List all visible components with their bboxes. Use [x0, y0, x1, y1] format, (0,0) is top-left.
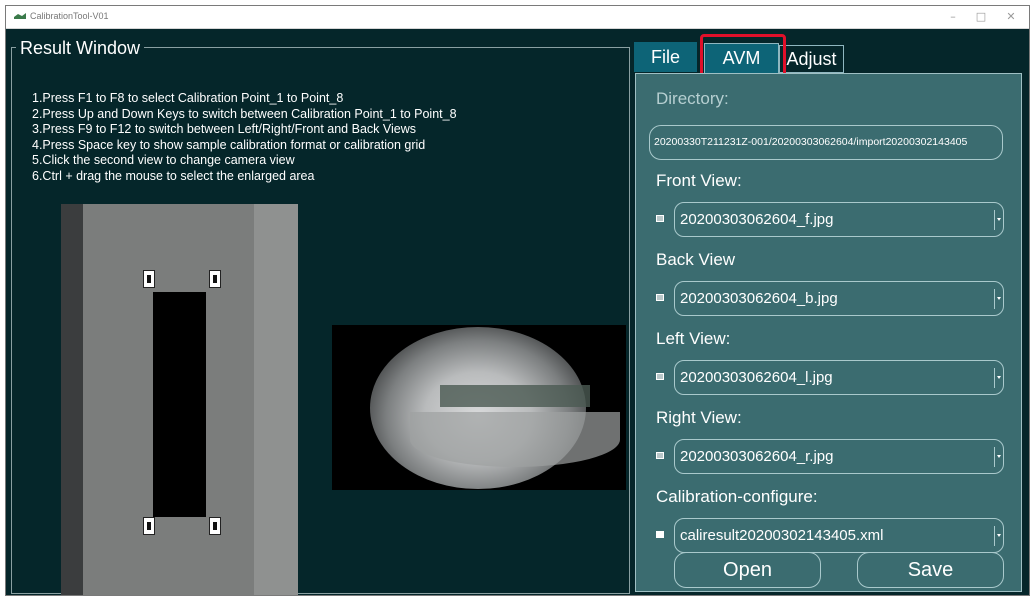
save-button[interactable]: Save	[857, 552, 1004, 588]
close-button[interactable]: ✕	[998, 9, 1024, 25]
front-view-checkbox[interactable]	[656, 215, 664, 222]
right-view-value: 20200303062604_r.jpg	[680, 448, 834, 465]
app-logo-icon	[14, 13, 26, 19]
minimize-button[interactable]: –	[940, 9, 966, 25]
chevron-down-icon[interactable]	[994, 210, 1002, 230]
left-view-label: Left View:	[656, 329, 731, 348]
instruction-item: 6.Ctrl + drag the mouse to select the en…	[32, 168, 315, 183]
calibration-marker	[209, 517, 221, 535]
directory-label: Directory:	[656, 89, 729, 108]
directory-field[interactable]: 20200330T211231Z-001/20200303062604/impo…	[649, 125, 1003, 160]
back-view-checkbox[interactable]	[656, 294, 664, 301]
calibration-configure-value: caliresult20200302143405.xml	[680, 527, 884, 544]
fisheye-floor	[410, 412, 620, 467]
fisheye-camera-view[interactable]	[332, 325, 626, 490]
front-view-select[interactable]: 20200303062604_f.jpg	[674, 202, 1004, 237]
calibration-marker	[209, 270, 221, 288]
calibration-marker	[143, 517, 155, 535]
chevron-down-icon[interactable]	[994, 368, 1002, 388]
fisheye-image	[370, 327, 620, 489]
calibration-marker	[143, 270, 155, 288]
left-view-checkbox[interactable]	[656, 373, 664, 380]
front-view-value: 20200303062604_f.jpg	[680, 211, 834, 228]
back-view-select[interactable]: 20200303062604_b.jpg	[674, 281, 1004, 316]
chevron-down-icon[interactable]	[994, 447, 1002, 467]
calibration-configure-checkbox[interactable]	[656, 531, 664, 538]
back-view-value: 20200303062604_b.jpg	[680, 290, 838, 307]
instruction-item: 3.Press F9 to F12 to switch between Left…	[32, 122, 416, 136]
chevron-down-icon[interactable]	[994, 526, 1002, 546]
front-view-label: Front View:	[656, 171, 742, 190]
tab-file[interactable]: File	[634, 42, 697, 72]
vehicle-footprint	[153, 292, 206, 517]
left-view-select[interactable]: 20200303062604_l.jpg	[674, 360, 1004, 395]
result-window-group: 1.Press F1 to F8 to select Calibration P…	[11, 47, 630, 595]
maximize-button[interactable]: □	[968, 9, 994, 25]
calibration-configure-select[interactable]: caliresult20200302143405.xml	[674, 518, 1004, 553]
bird-view-right-wall	[254, 204, 298, 595]
birds-eye-view-image[interactable]	[61, 204, 298, 595]
right-view-select[interactable]: 20200303062604_r.jpg	[674, 439, 1004, 474]
bird-view-left-wall	[61, 204, 83, 595]
main-content: 1.Press F1 to F8 to select Calibration P…	[6, 29, 1029, 595]
instruction-item: 2.Press Up and Down Keys to switch betwe…	[32, 106, 457, 121]
avm-settings-panel: Directory: 20200330T211231Z-001/20200303…	[635, 73, 1022, 592]
window-title: CalibrationTool-V01	[30, 11, 109, 21]
back-view-label: Back View	[656, 250, 736, 269]
app-window: CalibrationTool-V01 – □ ✕ 1.Press F1 to …	[5, 5, 1030, 596]
left-view-value: 20200303062604_l.jpg	[680, 369, 833, 386]
tab-adjust[interactable]: Adjust	[779, 45, 844, 73]
instruction-list: 1.Press F1 to F8 to select Calibration P…	[32, 91, 457, 184]
instruction-item: 5.Click the second view to change camera…	[32, 153, 295, 167]
title-bar: CalibrationTool-V01 – □ ✕	[6, 6, 1029, 29]
fisheye-wall-band	[440, 385, 590, 407]
right-view-checkbox[interactable]	[656, 452, 664, 459]
chevron-down-icon[interactable]	[994, 289, 1002, 309]
open-button[interactable]: Open	[674, 552, 821, 588]
result-window-title: Result Window	[16, 38, 145, 58]
right-view-label: Right View:	[656, 408, 742, 427]
instruction-item: 1.Press F1 to F8 to select Calibration P…	[32, 91, 344, 105]
calibration-configure-label: Calibration-configure:	[656, 487, 818, 506]
instruction-item: 4.Press Space key to show sample calibra…	[32, 137, 426, 152]
